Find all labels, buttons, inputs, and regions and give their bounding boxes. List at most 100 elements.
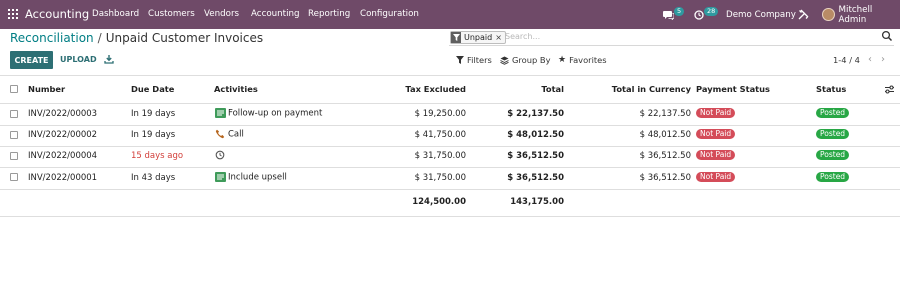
download-icon[interactable] — [104, 54, 114, 64]
activities-count-badge: 28 — [704, 7, 719, 16]
breadcrumb-parent[interactable]: Reconciliation — [10, 31, 94, 45]
status-badge: Posted — [816, 150, 850, 160]
col-due-date[interactable]: Due Date — [131, 84, 174, 94]
select-all-checkbox[interactable] — [10, 85, 18, 93]
upload-button[interactable]: UPLOAD — [60, 55, 97, 64]
funnel-icon — [456, 56, 464, 64]
activity-summary: Include upsell — [228, 172, 287, 183]
activity-cell[interactable] — [215, 150, 228, 161]
favorites-label: Favorites — [569, 55, 607, 65]
group-by-button[interactable]: Group By — [500, 55, 551, 65]
optional-columns-icon[interactable] — [884, 84, 895, 95]
total-in-currency: $ 36,512.50 — [639, 173, 691, 183]
activity-cell[interactable]: Include upsell — [215, 172, 287, 183]
create-button[interactable]: CREATE — [10, 51, 53, 69]
apps-grid-icon[interactable] — [8, 9, 18, 19]
breadcrumb-separator: / — [97, 31, 102, 45]
row-checkbox[interactable] — [10, 173, 18, 181]
tax-excluded: $ 31,750.00 — [414, 151, 466, 161]
clock-icon — [215, 150, 225, 160]
table-row[interactable]: INV/2022/00001 In 43 days Include upsell… — [0, 168, 900, 189]
activity-cell[interactable]: Call — [215, 129, 244, 140]
row-checkbox[interactable] — [10, 152, 18, 160]
total-tax-excluded: 124,500.00 — [412, 197, 466, 207]
group-by-label: Group By — [512, 55, 551, 65]
activity-summary: Call — [228, 129, 244, 140]
total: $ 36,512.50 — [507, 173, 564, 183]
pager-previous-icon[interactable]: ‹ — [865, 53, 875, 65]
total: $ 22,137.50 — [507, 109, 564, 119]
pager-value[interactable]: 1-4 / 4 — [833, 55, 860, 65]
total-in-currency: $ 48,012.50 — [639, 130, 691, 140]
menu-vendors[interactable]: Vendors — [204, 9, 239, 19]
payment-status-badge: Not Paid — [696, 150, 736, 160]
favorites-button[interactable]: ★ Favorites — [558, 55, 607, 65]
total-in-currency: $ 36,512.50 — [639, 151, 691, 161]
payment-status-badge: Not Paid — [696, 129, 736, 139]
facet-value: Unpaid — [464, 33, 493, 42]
tax-excluded: $ 31,750.00 — [414, 173, 466, 183]
col-activities[interactable]: Activities — [214, 84, 258, 94]
search-input[interactable] — [505, 32, 865, 41]
messages-count-badge: 5 — [674, 7, 685, 16]
invoice-number: INV/2022/00004 — [28, 151, 98, 161]
todo-icon — [215, 172, 226, 182]
menu-configuration[interactable]: Configuration — [360, 9, 419, 19]
search-facet-unpaid: Unpaid × — [450, 31, 506, 44]
facet-remove-icon[interactable]: × — [495, 32, 505, 43]
search-icon[interactable] — [881, 30, 893, 42]
menu-accounting[interactable]: Accounting — [251, 9, 300, 19]
col-tax-excluded[interactable]: Tax Excluded — [380, 84, 466, 94]
table-row[interactable]: INV/2022/00004 15 days ago $ 31,750.00 $… — [0, 147, 900, 168]
payment-status-badge: Not Paid — [696, 108, 736, 118]
app-brand[interactable]: Accounting — [25, 7, 89, 21]
search-bar: Unpaid × — [449, 29, 894, 46]
status-badge: Posted — [816, 108, 850, 118]
invoice-number: INV/2022/00002 — [28, 130, 98, 140]
table-top-border — [0, 75, 900, 76]
due-date: In 43 days — [131, 173, 176, 183]
user-name: Mitchell Admin — [838, 4, 873, 25]
col-total[interactable]: Total — [480, 84, 564, 94]
activity-summary: Follow-up on payment — [228, 108, 323, 119]
menu-customers[interactable]: Customers — [148, 9, 195, 19]
invoice-number: INV/2022/00001 — [28, 173, 98, 183]
row-checkbox[interactable] — [10, 110, 18, 118]
user-menu[interactable]: Mitchell Admin — [822, 0, 900, 29]
pager-next-icon[interactable]: › — [878, 53, 888, 65]
col-payment-status[interactable]: Payment Status — [696, 84, 770, 94]
filters-button[interactable]: Filters — [456, 55, 492, 65]
table-bottom-border — [0, 216, 900, 217]
menu-dashboard[interactable]: Dashboard — [92, 9, 139, 19]
menu-reporting[interactable]: Reporting — [308, 9, 350, 19]
row-checkbox[interactable] — [10, 131, 18, 139]
clock-icon — [694, 9, 704, 20]
chat-icon — [663, 10, 674, 20]
company-switcher[interactable]: Demo Company — [726, 0, 796, 29]
table-footer-totals: 124,500.00 143,175.00 — [0, 190, 900, 214]
tax-excluded: $ 41,750.00 — [414, 130, 466, 140]
total-in-currency: $ 22,137.50 — [639, 109, 691, 119]
total: $ 36,512.50 — [507, 151, 564, 161]
todo-icon — [215, 108, 226, 118]
total-amount: 143,175.00 — [510, 197, 564, 207]
col-total-in-currency[interactable]: Total in Currency — [590, 84, 691, 94]
payment-status-badge: Not Paid — [696, 172, 736, 182]
filters-label: Filters — [467, 55, 492, 65]
activity-cell[interactable]: Follow-up on payment — [215, 108, 322, 119]
table-row[interactable]: INV/2022/00003 In 19 days Follow-up on p… — [0, 104, 900, 125]
col-number[interactable]: Number — [28, 84, 65, 94]
due-date-overdue: 15 days ago — [131, 151, 184, 161]
debug-menu[interactable] — [798, 0, 809, 29]
due-date: In 19 days — [131, 109, 176, 119]
phone-icon — [215, 129, 225, 139]
messages-menu[interactable] — [663, 0, 674, 29]
col-status[interactable]: Status — [816, 84, 846, 94]
breadcrumb: Reconciliation / Unpaid Customer Invoices — [10, 31, 263, 45]
top-navbar: Accounting Dashboard Customers Vendors A… — [0, 0, 900, 29]
star-icon: ★ — [558, 55, 567, 65]
activities-menu[interactable] — [694, 0, 704, 29]
avatar — [822, 8, 835, 21]
status-badge: Posted — [816, 129, 850, 139]
table-row[interactable]: INV/2022/00002 In 19 days Call $ 41,750.… — [0, 126, 900, 147]
